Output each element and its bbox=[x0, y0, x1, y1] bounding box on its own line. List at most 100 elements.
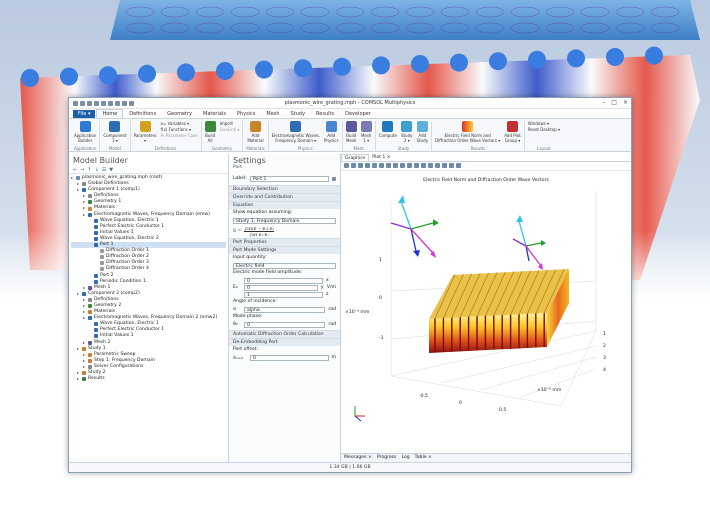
tab-8[interactable]: Results bbox=[311, 110, 339, 118]
group-physics: Electromagnetic Waves, Frequency Domain … bbox=[269, 121, 343, 151]
add-material-button[interactable]: Add Material bbox=[247, 121, 264, 146]
node-icon bbox=[94, 273, 98, 278]
mode-phase-input[interactable]: 0 bbox=[244, 321, 326, 328]
label-input[interactable]: Port 1 bbox=[249, 175, 329, 182]
tab-5[interactable]: Physics bbox=[232, 110, 261, 118]
expand-icon[interactable]: ▸ bbox=[83, 315, 86, 321]
tab-7[interactable]: Study bbox=[286, 110, 310, 118]
tab-graphics[interactable]: Graphics bbox=[341, 154, 370, 161]
tab-plot1[interactable]: Plot 1 × bbox=[369, 154, 393, 161]
node-icon bbox=[88, 285, 92, 290]
bottom-tab-3[interactable]: Table × bbox=[415, 454, 432, 462]
axis-x-label: x bbox=[326, 278, 329, 283]
bottom-tab-2[interactable]: Log bbox=[401, 454, 409, 462]
node-icon bbox=[82, 377, 86, 382]
expand-icon[interactable]: ▸ bbox=[77, 376, 80, 382]
tab-2[interactable]: Definitions bbox=[124, 110, 161, 118]
section-de-embedding[interactable]: De-Embedding Port bbox=[229, 338, 340, 346]
compute-button[interactable]: Compute bbox=[379, 121, 397, 146]
node-icon bbox=[88, 200, 92, 205]
add-plot-group-button[interactable]: Add Plot Group ▾ bbox=[504, 121, 521, 146]
group-definitions: Parameters ▾ a= Variables ▾ f(x) Function… bbox=[131, 121, 202, 151]
build-all-button[interactable]: Build All bbox=[204, 121, 216, 146]
expand-icon[interactable]: ▸ bbox=[83, 285, 86, 291]
field-blob bbox=[216, 62, 234, 80]
alpha-input[interactable]: alpha bbox=[244, 306, 326, 313]
node-icon bbox=[100, 267, 104, 272]
section-override[interactable]: Override and Contribution bbox=[229, 193, 340, 201]
study2-button[interactable]: Study 2 ▾ bbox=[401, 121, 413, 146]
tab-4[interactable]: Materials bbox=[198, 110, 231, 118]
node-icon bbox=[94, 279, 98, 284]
graphics-toolbar[interactable] bbox=[341, 162, 631, 171]
reset-desktop-button[interactable]: Reset Desktop ▾ bbox=[528, 127, 560, 133]
expand-icon[interactable]: ▸ bbox=[77, 187, 80, 193]
x-tick-label: 4 bbox=[603, 367, 606, 373]
e0z-input[interactable]: 1 bbox=[244, 291, 323, 298]
close-icon[interactable]: × bbox=[623, 99, 628, 106]
model-builder-toolbar[interactable]: ← → ↑ ↓ ☰ ▼ bbox=[69, 166, 228, 174]
group-label: Mesh bbox=[353, 146, 364, 151]
node-icon bbox=[100, 249, 104, 254]
plot-group-button[interactable]: Electric Field Norm and Diffraction Orde… bbox=[435, 121, 500, 146]
field-blob bbox=[177, 63, 195, 82]
minimize-icon[interactable]: – bbox=[602, 99, 605, 106]
axis-z-label: z bbox=[326, 292, 329, 297]
build-mesh-button[interactable]: Build Mesh bbox=[345, 121, 357, 146]
tab-1[interactable]: Home bbox=[96, 109, 124, 118]
parameters-button[interactable]: Parameters ▾ bbox=[134, 121, 157, 146]
expand-icon[interactable]: ▸ bbox=[83, 340, 86, 346]
tab-3[interactable]: Geometry bbox=[162, 110, 197, 118]
node-icon bbox=[100, 255, 104, 260]
port-offset-input[interactable]: 0 bbox=[250, 354, 329, 361]
alpha-symbol: α bbox=[233, 307, 237, 312]
field-blob bbox=[255, 60, 273, 79]
group-label: Physics bbox=[297, 146, 313, 151]
study-select[interactable]: Study 1, Frequency Domain bbox=[233, 217, 336, 224]
add-physics-button[interactable]: Add Physics bbox=[324, 121, 339, 146]
group-label: Materials bbox=[246, 146, 265, 151]
component-button[interactable]: Component 1 ▾ bbox=[103, 121, 127, 146]
section-boundary-selection[interactable]: Boundary Selection bbox=[229, 185, 340, 193]
add-plot-icon bbox=[507, 121, 519, 132]
label-reset-icon[interactable] bbox=[332, 176, 336, 181]
parameter-case-button[interactable]: P₁ Parameter Case bbox=[161, 133, 198, 139]
field-blob bbox=[528, 50, 546, 69]
bottom-tab-0[interactable]: Messages × bbox=[344, 454, 372, 462]
equation-denominator: ∫∂Ω E₁·E₁ bbox=[249, 231, 269, 237]
section-equation[interactable]: Equation bbox=[229, 201, 340, 209]
node-icon bbox=[82, 188, 86, 193]
group-study: Compute Study 2 ▾ Add Study Study bbox=[376, 121, 433, 151]
application-builder-button[interactable]: Application Builder bbox=[74, 121, 96, 146]
input-quantity-select[interactable]: Electric field bbox=[233, 262, 336, 269]
app-builder-icon bbox=[79, 121, 91, 132]
expand-icon[interactable]: ▸ bbox=[83, 364, 86, 370]
node-icon bbox=[94, 322, 98, 327]
maximize-icon[interactable]: □ bbox=[611, 99, 617, 106]
physics-interface-button[interactable]: Electromagnetic Waves, Frequency Domain … bbox=[272, 121, 320, 146]
livelink-button[interactable]: LiveLink ▾ bbox=[220, 127, 240, 133]
expand-icon[interactable]: ▸ bbox=[77, 346, 80, 352]
expand-icon[interactable]: ▸ bbox=[83, 212, 86, 218]
expand-icon[interactable]: ▸ bbox=[71, 175, 74, 181]
settings-title: Settings bbox=[233, 156, 266, 165]
section-port-mode[interactable]: Port Mode Settings bbox=[229, 246, 340, 254]
tab-6[interactable]: Mesh bbox=[261, 110, 284, 118]
plot-canvas[interactable]: Electric Field Norm and Diffraction Orde… bbox=[341, 171, 631, 431]
node-icon bbox=[94, 224, 98, 229]
e0y-input[interactable]: 0 bbox=[244, 284, 318, 291]
section-auto-diffraction[interactable]: Automatic Diffraction Order Calculation bbox=[229, 330, 340, 338]
mesh1-button[interactable]: Mesh 1 ▾ bbox=[360, 121, 372, 146]
node-icon bbox=[82, 346, 86, 351]
section-port-properties[interactable]: Port Properties bbox=[229, 238, 340, 246]
tree-node[interactable]: ▸ Results bbox=[71, 376, 226, 382]
add-study-button[interactable]: Add Study bbox=[417, 121, 428, 146]
expand-icon[interactable]: ▸ bbox=[77, 291, 80, 297]
tab-0[interactable]: File ▾ bbox=[73, 110, 96, 118]
bottom-tab-1[interactable]: Progress bbox=[377, 454, 397, 462]
settings-subtitle: Port bbox=[233, 165, 243, 170]
model-tree: ▸ plasmonic_wire_grating.mph (root) ▸ Globa… bbox=[69, 174, 228, 383]
e0x-input[interactable]: 0 bbox=[244, 277, 323, 284]
model-builder-pane: Model Builder ← → ↑ ↓ ☰ ▼ ▸ plasmonic_wire_gra… bbox=[69, 154, 229, 462]
tab-9[interactable]: Developer bbox=[340, 110, 376, 118]
